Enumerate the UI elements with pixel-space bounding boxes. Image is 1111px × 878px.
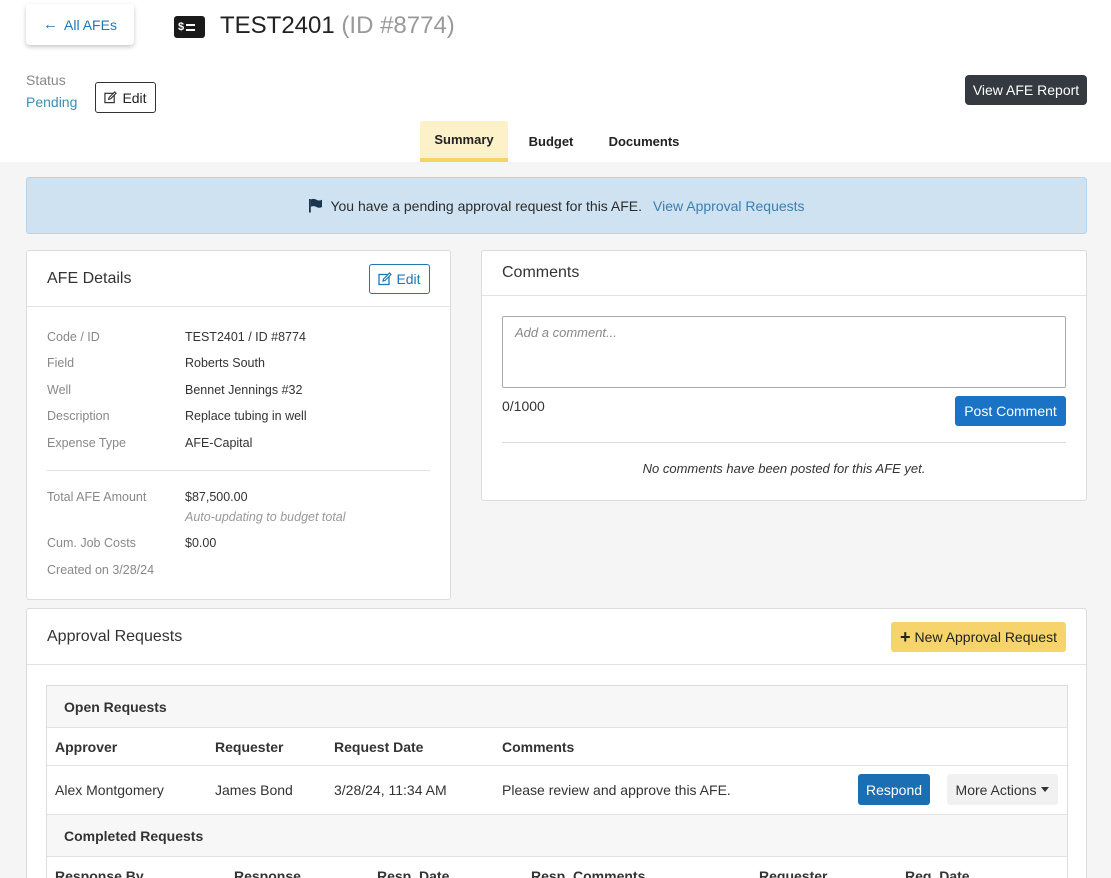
caret-down-icon [1041,787,1050,792]
completed-requests-header-row: Response By Response Resp. Date Resp. Co… [47,857,1067,878]
comments-cell: Please review and approve this AFE. [502,782,731,798]
money-icon: $ [174,16,205,38]
afe-code: TEST2401 [220,12,335,39]
arrow-left-icon: ← [43,16,59,33]
comments-title: Comments [502,264,580,281]
new-approval-request-label: New Approval Request [914,629,1057,645]
column-header: Resp. Comments [531,868,646,878]
flag-icon [309,198,323,213]
status-value: Pending [26,94,78,110]
table-row: Alex Montgomery James Bond 3/28/24, 11:3… [47,766,1067,815]
back-label: All AFEs [64,16,117,33]
request-date-cell: 3/28/24, 11:34 AM [334,782,447,798]
approval-requests-card: Approval Requests + New Approval Request… [26,608,1087,878]
view-approval-requests-link[interactable]: View Approval Requests [653,198,805,214]
afe-details-edit-button[interactable]: Edit [369,264,430,294]
afe-details-edit-label: Edit [396,271,421,287]
comment-input[interactable]: Add a comment... [502,316,1066,388]
more-actions-label: More Actions [955,781,1037,798]
column-header: Requester [759,868,828,878]
new-approval-request-button[interactable]: + New Approval Request [891,622,1066,652]
open-requests-header-row: Approver Requester Request Date Comments [47,728,1067,766]
tab-budget[interactable]: Budget [518,121,584,162]
completed-requests-heading: Completed Requests [47,815,1067,857]
column-header: Approver [55,739,118,755]
requester-cell: James Bond [215,782,293,798]
more-actions-dropdown[interactable]: More Actions [947,774,1058,805]
details-divider [47,470,430,471]
view-afe-report-button[interactable]: View AFE Report [965,75,1087,105]
afe-details-title: AFE Details [47,269,132,287]
column-header: Response [234,868,301,878]
approval-requests-title: Approval Requests [47,627,183,645]
column-header: Req. Date [905,868,970,878]
column-header: Requester [215,739,284,755]
afe-details-card: AFE Details Edit Code / ID TEST2401 / ID… [26,250,451,600]
edit-icon [378,272,393,286]
alert-text: You have a pending approval request for … [330,197,643,214]
page-header: ← All AFEs $ TEST2401 (ID #8774) Status … [0,0,1111,162]
respond-button[interactable]: Respond [858,774,930,805]
comments-divider [502,442,1066,443]
open-requests-heading: Open Requests [47,686,1067,728]
plus-icon: + [900,627,911,647]
requests-panel: Open Requests Approver Requester Request… [46,685,1068,878]
column-header: Request Date [334,739,424,755]
tab-bar: Summary Budget Documents [0,121,1111,162]
status-edit-label: Edit [122,89,147,106]
afe-id: (ID #8774) [341,12,455,39]
approver-cell: Alex Montgomery [55,782,164,798]
column-header: Resp. Date [377,868,450,878]
column-header: Response By [55,868,144,878]
total-amount-note: Auto-updating to budget total [185,510,346,524]
no-comments-message: No comments have been posted for this AF… [642,461,926,476]
status-label: Status [26,72,66,88]
edit-icon [104,91,118,104]
column-header: Comments [502,739,575,755]
page-title: TEST2401 (ID #8774) [220,12,455,40]
pending-approval-alert: You have a pending approval request for … [26,177,1087,234]
back-to-afes-button[interactable]: ← All AFEs [26,4,134,45]
tab-summary[interactable]: Summary [420,121,508,162]
status-edit-button[interactable]: Edit [95,82,156,113]
comment-char-counter: 0/1000 [502,398,545,414]
comments-card: Comments Add a comment... 0/1000 Post Co… [481,250,1087,501]
post-comment-button[interactable]: Post Comment [955,396,1066,426]
tab-documents[interactable]: Documents [598,121,690,162]
